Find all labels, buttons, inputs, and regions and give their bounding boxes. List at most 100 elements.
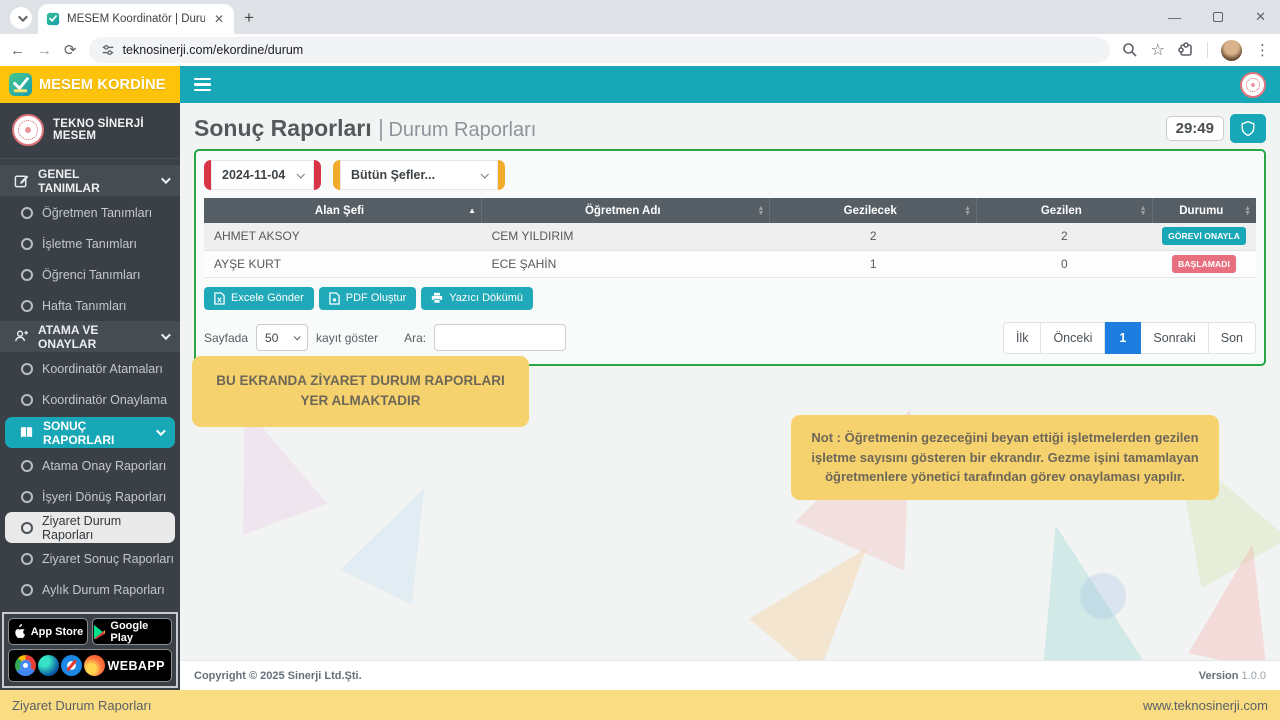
sidebar-item-ogretmen-tanimlari[interactable]: Öğretmen Tanımları — [0, 197, 180, 228]
sidebar-item-ziyaret-sonuc-raporlari[interactable]: Ziyaret Sonuç Raporları — [0, 543, 180, 574]
brand-header: MESEM KORDİNE — [0, 66, 180, 103]
browser-tab[interactable]: MESEM Koordinatör | Durum Ra ✕ — [38, 4, 234, 34]
report-panel: 2024-11-04 Bütün Şefler... Alan Şefi ▲ Ö… — [194, 149, 1266, 366]
hamburger-menu-icon[interactable] — [194, 77, 211, 92]
window-close-button[interactable]: ✕ — [1255, 9, 1266, 25]
search-label: Ara: — [404, 330, 427, 345]
sidebar-section-atama-ve-onaylar[interactable]: ATAMA VE ONAYLAR — [0, 321, 180, 352]
app-store-badge[interactable]: App Store — [8, 618, 88, 645]
chevron-down-icon — [155, 426, 166, 437]
export-excel-button[interactable]: Excele Gönder — [204, 286, 314, 310]
shield-icon — [1241, 121, 1255, 136]
per-page-select[interactable]: 50 — [256, 324, 309, 351]
book-icon — [20, 427, 33, 438]
status-notstarted-badge[interactable]: BAŞLAMADI — [1172, 254, 1236, 273]
circle-icon — [21, 268, 33, 281]
sidebar-item-hafta-tanimlari[interactable]: Hafta Tanımları — [0, 290, 180, 321]
site-settings-icon[interactable] — [101, 43, 115, 57]
pagination-first-button[interactable]: İlk — [1002, 321, 1042, 354]
sidebar-section-sonuc-raporlari[interactable]: SONUÇ RAPORLARI — [5, 417, 175, 448]
webapp-bar[interactable]: WEBAPP — [8, 649, 172, 682]
url-text: teknosinerji.com/ekordine/durum — [122, 43, 304, 57]
new-tab-button[interactable]: + — [244, 8, 254, 28]
column-header-durumu[interactable]: Durumu ▲ ▼ — [1152, 198, 1256, 223]
sidebar-item-atama-onay-raporlari[interactable]: Atama Onay Raporları — [0, 450, 180, 481]
sidebar-item-koordinator-atamalari[interactable]: Koordinatör Atamaları — [0, 353, 180, 384]
firefox-icon — [84, 655, 106, 676]
extensions-icon[interactable] — [1178, 42, 1194, 58]
date-filter-select[interactable]: 2024-11-04 — [211, 160, 314, 190]
pagination-page-1-button[interactable]: 1 — [1105, 321, 1142, 354]
browser-menu-icon[interactable]: ⋮ — [1255, 41, 1270, 59]
circle-watermark — [1080, 573, 1126, 619]
shield-button[interactable] — [1230, 114, 1266, 143]
org-name: TEKNO SİNERJİ MESEM — [53, 118, 144, 142]
circle-icon — [21, 490, 33, 503]
sidebar-item-isletme-tanimlari[interactable]: İşletme Tanımları — [0, 228, 180, 259]
store-links-box: App Store Google Play WEBAPP — [2, 612, 178, 688]
webapp-label: WEBAPP — [107, 658, 165, 673]
toolbar-divider — [1207, 42, 1208, 58]
content-footer: Copyright © 2025 Sinerji Ltd.Şti. Versio… — [180, 660, 1280, 690]
sidebar-section-genel-tanimlar[interactable]: GENEL TANIMLAR — [0, 165, 180, 196]
date-filter-wrapper: 2024-11-04 — [204, 160, 321, 190]
org-emblem-icon — [12, 114, 44, 146]
chevron-down-icon — [293, 333, 301, 341]
export-pdf-button[interactable]: PDF Oluştur — [318, 286, 417, 310]
content-area: Sonuç Raporları | Durum Raporları 29:49 — [180, 103, 1280, 690]
column-header-ogretmen-adi[interactable]: Öğretmen Adı ▲ ▼ — [481, 198, 771, 223]
tab-close-icon[interactable]: ✕ — [212, 12, 226, 26]
google-play-badge[interactable]: Google Play — [92, 618, 172, 645]
chevron-down-icon — [480, 170, 489, 179]
chief-filter-select[interactable]: Bütün Şefler... — [340, 160, 498, 190]
tab-search-button[interactable] — [10, 7, 32, 29]
google-play-icon — [93, 624, 105, 639]
pencil-watermark — [749, 519, 902, 676]
sidebar-item-aylik-durum-raporlari[interactable]: Aylık Durum Raporları — [0, 574, 180, 605]
pagination-prev-button[interactable]: Önceki — [1041, 321, 1106, 354]
back-button[interactable]: ← — [10, 42, 25, 59]
column-header-alan-sefi[interactable]: Alan Şefi ▲ — [204, 198, 483, 223]
window-maximize-button[interactable] — [1213, 12, 1224, 22]
sort-icon: ▲ ▼ — [757, 204, 765, 217]
circle-icon — [21, 521, 33, 534]
window-minimize-button[interactable]: — — [1168, 10, 1181, 25]
browser-toolbar: ← → ⟳ teknosinerji.com/ekordine/durum ☆ … — [0, 34, 1280, 66]
chevron-down-icon — [296, 170, 305, 179]
sort-icon: ▲ ▼ — [1244, 204, 1251, 217]
profile-avatar[interactable] — [1221, 39, 1242, 61]
circle-icon — [21, 583, 33, 596]
info-note-secondary: Not : Öğretmenin gezeceğini beyan ettiği… — [791, 415, 1219, 500]
pdf-file-icon — [329, 291, 340, 305]
sidebar-item-ogrenci-tanimlari[interactable]: Öğrenci Tanımları — [0, 259, 180, 290]
status-bar: Ziyaret Durum Raporları www.teknosinerji… — [0, 690, 1280, 720]
sidebar-item-koordinator-onaylama[interactable]: Koordinatör Onaylama — [0, 384, 180, 415]
chevron-down-icon — [160, 174, 171, 185]
version-text: Version 1.0.0 — [1198, 669, 1266, 682]
zoom-icon[interactable] — [1122, 42, 1138, 58]
print-button[interactable]: Yazıcı Dökümü — [421, 286, 534, 310]
sidebar-item-isyeri-donus-raporlari[interactable]: İşyeri Dönüş Raporları — [0, 481, 180, 512]
sort-asc-icon: ▲ — [468, 205, 477, 215]
copyright-text: Copyright © 2025 Sinerji Ltd.Şti. — [194, 669, 362, 682]
tab-title: MESEM Koordinatör | Durum Ra — [67, 13, 205, 25]
bookmark-star-icon[interactable]: ☆ — [1151, 40, 1165, 60]
reload-button[interactable]: ⟳ — [64, 41, 77, 59]
forward-button[interactable]: → — [37, 42, 52, 59]
user-emblem-avatar[interactable] — [1240, 71, 1266, 98]
search-input[interactable] — [434, 324, 567, 351]
pagination-last-button[interactable]: Son — [1208, 321, 1256, 354]
url-bar[interactable]: teknosinerji.com/ekordine/durum — [88, 37, 1110, 63]
chevron-down-icon — [17, 11, 28, 22]
column-header-gezilecek[interactable]: Gezilecek ▲ ▼ — [769, 198, 978, 223]
page-title: Sonuç Raporları | Durum Raporları — [194, 115, 537, 141]
person-icon — [14, 330, 29, 342]
circle-icon — [21, 299, 33, 312]
status-approve-button[interactable]: GÖREVİ ONAYLA — [1162, 227, 1246, 246]
info-note-primary: BU EKRANDA ZİYARET DURUM RAPORLARI YER A… — [192, 356, 529, 427]
pagination-next-button[interactable]: Sonraki — [1141, 321, 1209, 354]
column-header-gezilen[interactable]: Gezilen ▲ ▼ — [976, 198, 1153, 223]
browser-tabstrip: MESEM Koordinatör | Durum Ra ✕ + — ✕ — [0, 0, 1280, 34]
sidebar-item-ziyaret-durum-raporlari[interactable]: Ziyaret Durum Raporları — [5, 512, 175, 543]
pencil-square-icon — [14, 175, 29, 188]
